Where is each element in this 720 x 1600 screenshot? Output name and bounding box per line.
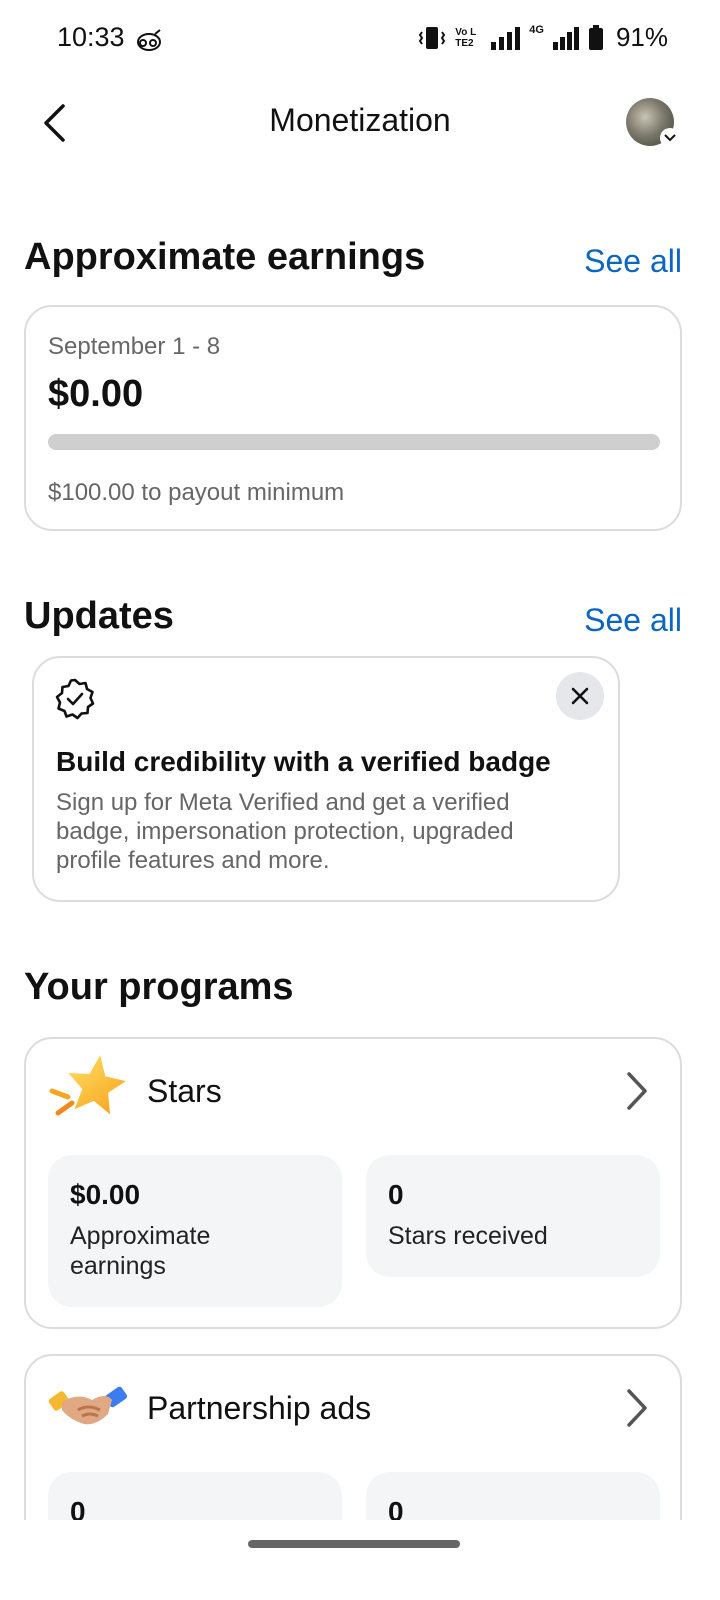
update-card[interactable]: Build credibility with a verified badge … — [32, 656, 620, 902]
home-indicator[interactable] — [248, 1540, 460, 1548]
update-title: Build credibility with a verified badge — [56, 746, 551, 777]
stars-earnings-value: $0.00 — [70, 1179, 141, 1210]
verified-badge-icon — [55, 678, 95, 720]
stars-received-stat: 0 Stars received — [366, 1155, 660, 1277]
payout-progress-bar — [48, 434, 660, 450]
earnings-amount: $0.00 — [48, 373, 144, 415]
stars-program-name: Stars — [147, 1073, 222, 1109]
partnership-stat-2: 0 — [366, 1472, 660, 1520]
status-time: 10:33 — [57, 22, 125, 52]
stars-program-card[interactable]: Stars $0.00 Approximate earnings 0 Stars… — [24, 1037, 682, 1329]
earnings-see-all-link[interactable]: See all — [584, 243, 682, 280]
partnership-stat-1: 0 — [48, 1472, 342, 1520]
status-icons: Vo LTE2 4G 91% — [417, 22, 668, 53]
network-type-label: 4G — [529, 24, 544, 36]
earnings-section-title: Approximate earnings — [24, 236, 426, 278]
updates-see-all-link[interactable]: See all — [584, 602, 682, 639]
partnership-program-name: Partnership ads — [147, 1390, 372, 1426]
app-header: Monetization — [0, 78, 720, 168]
account-switcher[interactable] — [626, 98, 680, 148]
payout-minimum-note: $100.00 to payout minimum — [48, 479, 345, 506]
handshake-icon — [48, 1386, 128, 1425]
status-bar: 10:33 Vo LTE2 4G 91% — [0, 0, 720, 78]
battery-icon — [588, 24, 603, 50]
stars-earnings-label: Approximate earnings — [70, 1222, 211, 1280]
chevron-right-icon — [622, 1069, 652, 1113]
programs-section-title: Your programs — [24, 966, 294, 1008]
page-title: Monetization — [269, 102, 451, 138]
vibrate-icon — [419, 26, 446, 49]
stars-received-value: 0 — [388, 1179, 404, 1210]
updates-section-title: Updates — [24, 595, 174, 637]
earnings-date-range: September 1 - 8 — [48, 333, 221, 360]
chevron-down-icon — [660, 128, 680, 148]
signal-icon-1 — [491, 26, 521, 50]
moto-notification-icon — [137, 29, 161, 51]
partnership-stat-1-value: 0 — [70, 1496, 86, 1520]
earnings-card[interactable]: September 1 - 8 $0.00 $100.00 to payout … — [24, 305, 682, 531]
update-body: Sign up for Meta Verified and get a veri… — [56, 789, 514, 874]
partnership-program-card[interactable]: Partnership ads 0 0 — [24, 1354, 682, 1520]
partnership-stat-2-value: 0 — [388, 1496, 404, 1520]
star-icon — [49, 1055, 126, 1116]
volte-label: Vo LTE2 — [455, 26, 477, 49]
dismiss-update-button[interactable] — [556, 672, 604, 720]
chevron-right-icon — [622, 1386, 652, 1430]
close-icon — [571, 687, 589, 705]
signal-icon-2 — [552, 26, 579, 50]
battery-percent: 91% — [615, 22, 668, 52]
stars-earnings-stat: $0.00 Approximate earnings — [48, 1155, 342, 1307]
stars-received-label: Stars received — [388, 1222, 548, 1250]
partnership-clip: Partnership ads 0 0 — [0, 1340, 720, 1520]
